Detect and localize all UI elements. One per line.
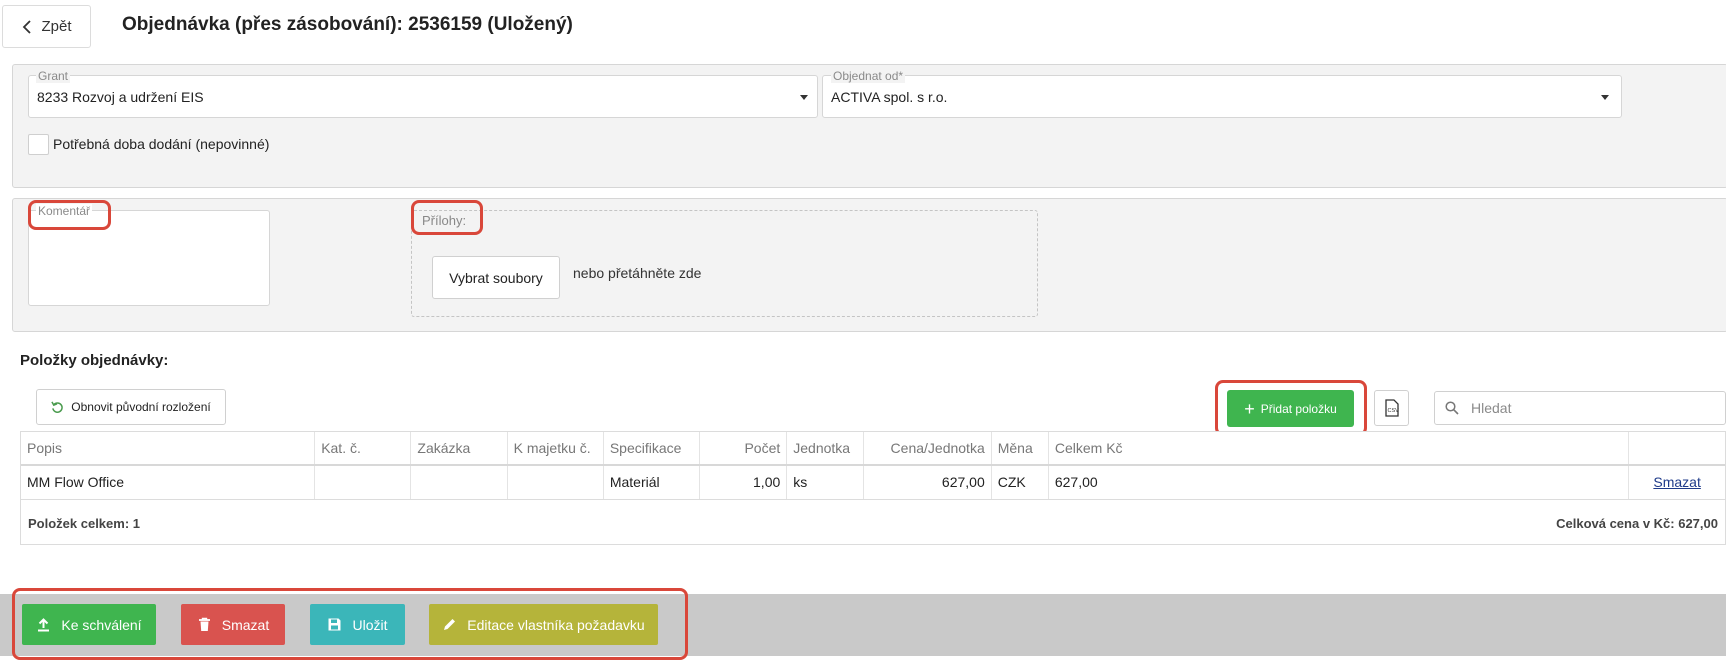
delete-row-link[interactable]: Smazat — [1653, 474, 1700, 490]
comment-label: Komentář — [36, 204, 93, 218]
back-button[interactable]: Zpět — [2, 5, 91, 48]
delete-label: Smazat — [221, 616, 270, 633]
cell-jednotka: ks — [786, 465, 865, 500]
chevron-down-icon — [800, 95, 808, 100]
grid-footer: Položek celkem: 1 Celková cena v Kč: 627… — [21, 502, 1725, 545]
add-item-button[interactable]: + Přidat položku — [1227, 390, 1354, 427]
grant-select[interactable]: 8233 Rozvoj a udržení EIS — [28, 75, 818, 118]
back-label: Zpět — [41, 18, 72, 35]
grant-value: 8233 Rozvoj a udržení EIS — [37, 89, 204, 105]
order-from-value: ACTIVA spol. s r.o. — [831, 89, 948, 105]
column-header[interactable]: Jednotka — [786, 432, 865, 466]
grid-header-row: Popis Kat. č. Zakázka K majetku č. Speci… — [21, 432, 1725, 466]
chevron-left-icon — [23, 19, 32, 34]
attachments-label: Přílohy: — [422, 213, 467, 228]
page-title: Objednávka (přes zásobování): 2536159 (U… — [122, 14, 573, 35]
select-files-button[interactable]: Vybrat soubory — [432, 256, 560, 299]
order-from-select[interactable]: ACTIVA spol. s r.o. — [822, 75, 1622, 118]
pencil-icon — [444, 619, 456, 630]
cell-specifikace: Materiál — [603, 465, 701, 500]
cell-celkem-kc: 627,00 — [1048, 465, 1630, 500]
column-header[interactable]: Cena/Jednotka — [863, 432, 992, 466]
edit-owner-label: Editace vlastníka požadavku — [467, 616, 645, 633]
column-header[interactable]: K majetku č. — [507, 432, 604, 466]
cell-k-majetku — [507, 465, 604, 500]
cell-zakazka — [410, 465, 508, 500]
rotate-left-icon — [51, 401, 64, 413]
chevron-down-icon — [1601, 95, 1609, 100]
reset-layout-label: Obnovit původní rozložení — [71, 400, 211, 414]
cell-pocet: 1,00 — [699, 465, 788, 500]
items-count: Položek celkem: 1 — [28, 516, 140, 531]
search-icon — [1445, 401, 1459, 415]
submit-label: Ke schválení — [61, 616, 142, 633]
csv-export-button[interactable]: CSV — [1374, 390, 1409, 426]
column-header[interactable]: Kat. č. — [314, 432, 412, 466]
delivery-time-label: Potřebná doba dodání (nepovinné) — [53, 136, 270, 152]
table-row[interactable]: MM Flow Office Materiál 1,00 ks 627,00 C… — [21, 465, 1725, 500]
grant-label: Grant — [36, 69, 71, 83]
column-header[interactable]: Počet — [699, 432, 788, 466]
upload-icon — [38, 618, 50, 632]
reset-layout-button[interactable]: Obnovit původní rozložení — [36, 389, 226, 425]
save-label: Uložit — [352, 616, 388, 633]
save-button[interactable]: Uložit — [310, 604, 405, 645]
floppy-disk-icon — [328, 618, 341, 631]
trash-icon — [198, 617, 210, 631]
order-from-label: Objednat od* — [831, 69, 906, 83]
search-box — [1434, 391, 1726, 425]
cell-mena: CZK — [991, 465, 1049, 500]
delete-button[interactable]: Smazat — [181, 604, 285, 645]
cell-popis: MM Flow Office — [21, 465, 316, 500]
column-header[interactable]: Specifikace — [603, 432, 701, 466]
cell-cena-jednotka: 627,00 — [863, 465, 992, 500]
total-price: Celková cena v Kč: 627,00 — [1556, 516, 1718, 531]
comment-field[interactable] — [28, 210, 270, 306]
edit-owner-button[interactable]: Editace vlastníka požadavku — [429, 604, 658, 645]
svg-text:CSV: CSV — [1387, 408, 1399, 414]
column-header[interactable]: Celkem Kč — [1048, 432, 1630, 466]
column-header[interactable]: Měna — [991, 432, 1049, 466]
csv-export-icon: CSV — [1384, 399, 1399, 417]
cell-kat-c — [314, 465, 412, 500]
delivery-time-checkbox[interactable] — [28, 134, 49, 155]
column-header[interactable]: Popis — [21, 432, 316, 466]
add-item-label: Přidat položku — [1260, 401, 1337, 416]
column-header[interactable]: Zakázka — [410, 432, 508, 466]
items-grid: Popis Kat. č. Zakázka K majetku č. Speci… — [20, 431, 1726, 545]
submit-for-approval-button[interactable]: Ke schválení — [22, 604, 156, 645]
column-header — [1628, 432, 1725, 466]
cell-action: Smazat — [1628, 465, 1725, 500]
drop-hint: nebo přetáhněte zde — [573, 265, 702, 281]
search-input[interactable] — [1469, 399, 1709, 417]
plus-icon: + — [1244, 398, 1255, 419]
items-section-title: Položky objednávky: — [20, 352, 169, 369]
